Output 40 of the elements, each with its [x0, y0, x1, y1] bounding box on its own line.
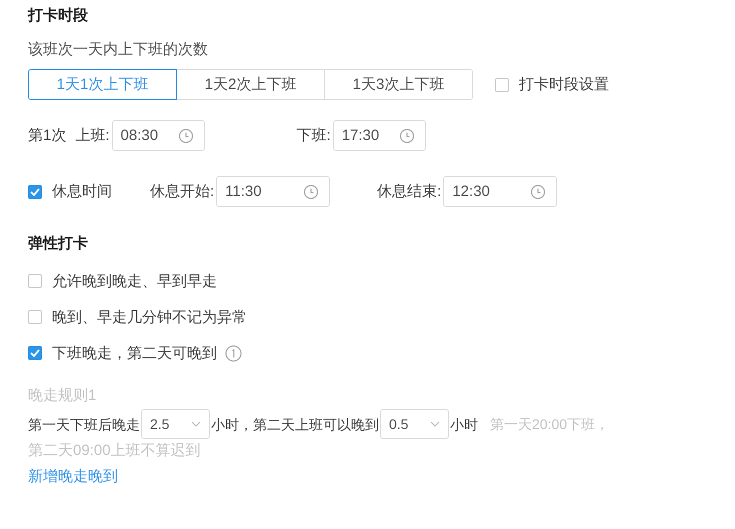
- rule-text: 小时，第二天上班可以晚到: [211, 416, 379, 432]
- chevron-down-icon: [430, 421, 440, 428]
- time-field[interactable]: 08:30: [112, 120, 205, 151]
- section-title: 打卡时段: [28, 6, 89, 26]
- checkbox[interactable]: [28, 310, 42, 324]
- rule-text: 第一天下班后晚走: [28, 416, 140, 432]
- checkbox[interactable]: [495, 78, 509, 92]
- checkbox-label: 休息时间: [52, 182, 112, 201]
- time-field[interactable]: 12:30: [443, 176, 558, 207]
- shift-label: 第1次: [28, 126, 66, 145]
- segment-tab[interactable]: 1天2次上下班: [176, 69, 325, 100]
- field-label: 上班:: [75, 126, 110, 145]
- clock-icon: [398, 128, 415, 144]
- check-icon: [30, 349, 40, 357]
- checkbox-label: 下班晚走，第二天可晚到: [52, 344, 217, 362]
- hint-text: 第一天20:00下班，: [490, 416, 610, 432]
- checkbox-label: 晚到、早走几分钟不记为异常: [52, 308, 247, 326]
- time-field[interactable]: 11:30: [216, 176, 330, 207]
- checkbox-label: 允许晚到晚走、早到早走: [52, 272, 217, 290]
- rule-text: 小时: [450, 416, 478, 432]
- field-label: 休息开始:: [150, 182, 214, 201]
- rule-title: 晚走规则1: [28, 386, 98, 406]
- dropdown[interactable]: 0.5: [380, 409, 449, 440]
- segment-tab[interactable]: 1天3次上下班: [324, 69, 473, 100]
- checkbox-label: 打卡时段设置: [519, 75, 609, 94]
- section-title: 弹性打卡: [28, 234, 89, 254]
- checkbox[interactable]: [28, 346, 42, 360]
- checkbox[interactable]: [28, 274, 42, 288]
- check-icon: [30, 188, 40, 196]
- field-label: 休息结束:: [377, 182, 442, 201]
- clock-icon: [303, 184, 320, 200]
- field-label: 下班:: [296, 126, 331, 145]
- time-field[interactable]: 17:30: [332, 120, 426, 151]
- description: 该班次一天内上下班的次数: [28, 40, 209, 60]
- clock-icon: [530, 184, 546, 200]
- clock-icon: [178, 128, 194, 144]
- dropdown[interactable]: 2.5: [141, 409, 210, 440]
- checkbox[interactable]: [28, 184, 42, 198]
- hint-text: 第二天09:00上班不算迟到: [28, 441, 202, 462]
- chevron-down-icon: [191, 421, 201, 428]
